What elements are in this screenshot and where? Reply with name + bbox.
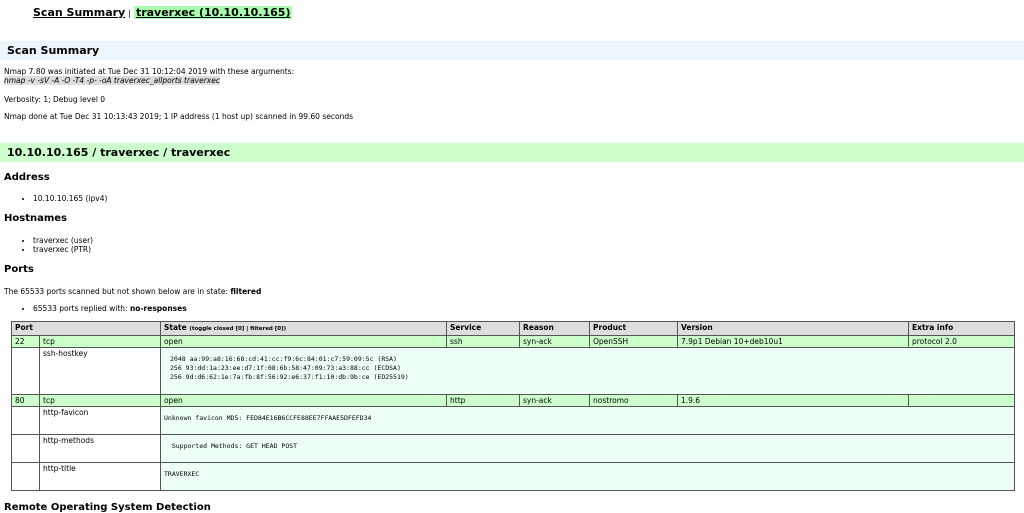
state-cell: open xyxy=(160,335,447,348)
service-cell: ssh xyxy=(446,335,520,348)
proto-cell: tcp xyxy=(39,394,161,407)
verbosity-text: Verbosity: 1; Debug level 0 xyxy=(4,95,106,104)
blank-cell xyxy=(11,434,40,463)
scan-initiated-text: Nmap 7.80 was initiated at Tue Dec 31 10… xyxy=(4,67,295,76)
table-row: 22 tcp open ssh syn-ack OpenSSH 7.9p1 De… xyxy=(11,335,1015,348)
extra-header: Extra info xyxy=(908,321,1015,336)
hostnames-list: traverxec (user) traverxec (PTR) xyxy=(24,236,93,254)
host-heading: 10.10.10.165 / traverxec / traverxec xyxy=(0,143,1024,162)
script-row: http-methods Supported Methods: GET HEAD… xyxy=(11,434,1015,463)
extra-cell: protocol 2.0 xyxy=(908,335,1015,348)
filtered-prefix: The 65533 ports scanned but not shown be… xyxy=(4,287,231,296)
script-output: Unknown favicon MD5: FED84E16B6CCFE88EE7… xyxy=(160,406,1015,435)
ssh-hostkey-output: 2048 aa:99:a8:16:68:cd:41:cc:f9:6c:84:01… xyxy=(170,355,409,381)
toggle-filtered-link[interactable]: filtered [0]) xyxy=(250,326,286,332)
state-header-label: State xyxy=(164,323,187,332)
scan-done-text: Nmap done at Tue Dec 31 10:13:43 2019; 1… xyxy=(4,112,353,121)
replied-prefix: 65533 ports replied with: xyxy=(33,304,130,313)
list-item: traverxec (PTR) xyxy=(33,245,93,254)
state-header: State (toggle closed [0] | filtered [0]) xyxy=(160,321,447,336)
scan-summary-link[interactable]: Scan Summary xyxy=(33,6,125,19)
product-cell: OpenSSH xyxy=(589,335,678,348)
list-item: 65533 ports replied with: no-responses xyxy=(33,304,187,313)
service-cell: http xyxy=(446,394,520,407)
script-name: ssh-hostkey xyxy=(39,347,161,395)
script-name: http-title xyxy=(39,462,161,491)
extra-cell xyxy=(908,394,1015,407)
script-name: http-favicon xyxy=(39,406,161,435)
top-nav: Scan Summary | traverxec (10.10.10.165) xyxy=(33,6,293,19)
blank-cell xyxy=(11,462,40,491)
port-header: Port xyxy=(11,321,161,336)
version-cell: 1.9.6 xyxy=(677,394,909,407)
filtered-state: filtered xyxy=(230,287,262,296)
ports-heading: Ports xyxy=(4,264,34,275)
http-favicon-output: Unknown favicon MD5: FED84E16B6CCFE88EE7… xyxy=(164,414,372,422)
script-output: Supported Methods: GET HEAD POST xyxy=(160,434,1015,463)
table-header-row: Port State (toggle closed [0] | filtered… xyxy=(11,321,1015,336)
list-item: traverxec (user) xyxy=(33,236,93,245)
service-header: Service xyxy=(446,321,520,336)
reason-header: Reason xyxy=(519,321,590,336)
port-cell: 80 xyxy=(11,394,40,407)
version-cell: 7.9p1 Debian 10+deb10u1 xyxy=(677,335,909,348)
http-title-output: TRAVERXEC xyxy=(164,470,200,478)
reason-cell: syn-ack xyxy=(519,335,590,348)
script-name: http-methods xyxy=(39,434,161,463)
product-cell: nostromo xyxy=(589,394,678,407)
filtered-text: The 65533 ports scanned but not shown be… xyxy=(4,287,261,296)
blank-cell xyxy=(11,406,40,435)
toggle-closed-link[interactable]: (toggle closed [0] xyxy=(189,326,244,332)
state-cell: open xyxy=(160,394,447,407)
scan-command: nmap -v -sV -A -O -T4 -p- -oA traverxec_… xyxy=(4,76,220,85)
replied-list: 65533 ports replied with: no-responses xyxy=(24,304,187,313)
script-output: 2048 aa:99:a8:16:68:cd:41:cc:f9:6c:84:01… xyxy=(160,347,1015,395)
script-output: TRAVERXEC xyxy=(160,462,1015,491)
script-row: http-favicon Unknown favicon MD5: FED84E… xyxy=(11,406,1015,435)
port-cell: 22 xyxy=(11,335,40,348)
proto-cell: tcp xyxy=(39,335,161,348)
table-row: 80 tcp open http syn-ack nostromo 1.9.6 xyxy=(11,394,1015,407)
hostnames-heading: Hostnames xyxy=(4,213,67,224)
scan-summary-heading: Scan Summary xyxy=(0,41,1024,60)
script-row: ssh-hostkey 2048 aa:99:a8:16:68:cd:41:cc… xyxy=(11,347,1015,395)
version-header: Version xyxy=(677,321,909,336)
script-row: http-title TRAVERXEC xyxy=(11,462,1015,491)
product-header: Product xyxy=(589,321,678,336)
host-link[interactable]: traverxec (10.10.10.165) xyxy=(133,6,293,19)
reason-cell: syn-ack xyxy=(519,394,590,407)
replied-value: no-responses xyxy=(129,304,187,313)
ports-table: Port State (toggle closed [0] | filtered… xyxy=(11,321,1015,491)
nav-separator: | xyxy=(128,9,131,18)
address-list: 10.10.10.165 (ipv4) xyxy=(24,194,107,203)
address-heading: Address xyxy=(4,172,50,183)
blank-cell xyxy=(11,347,40,395)
list-item: 10.10.10.165 (ipv4) xyxy=(33,194,107,203)
http-methods-output: Supported Methods: GET HEAD POST xyxy=(164,442,298,450)
